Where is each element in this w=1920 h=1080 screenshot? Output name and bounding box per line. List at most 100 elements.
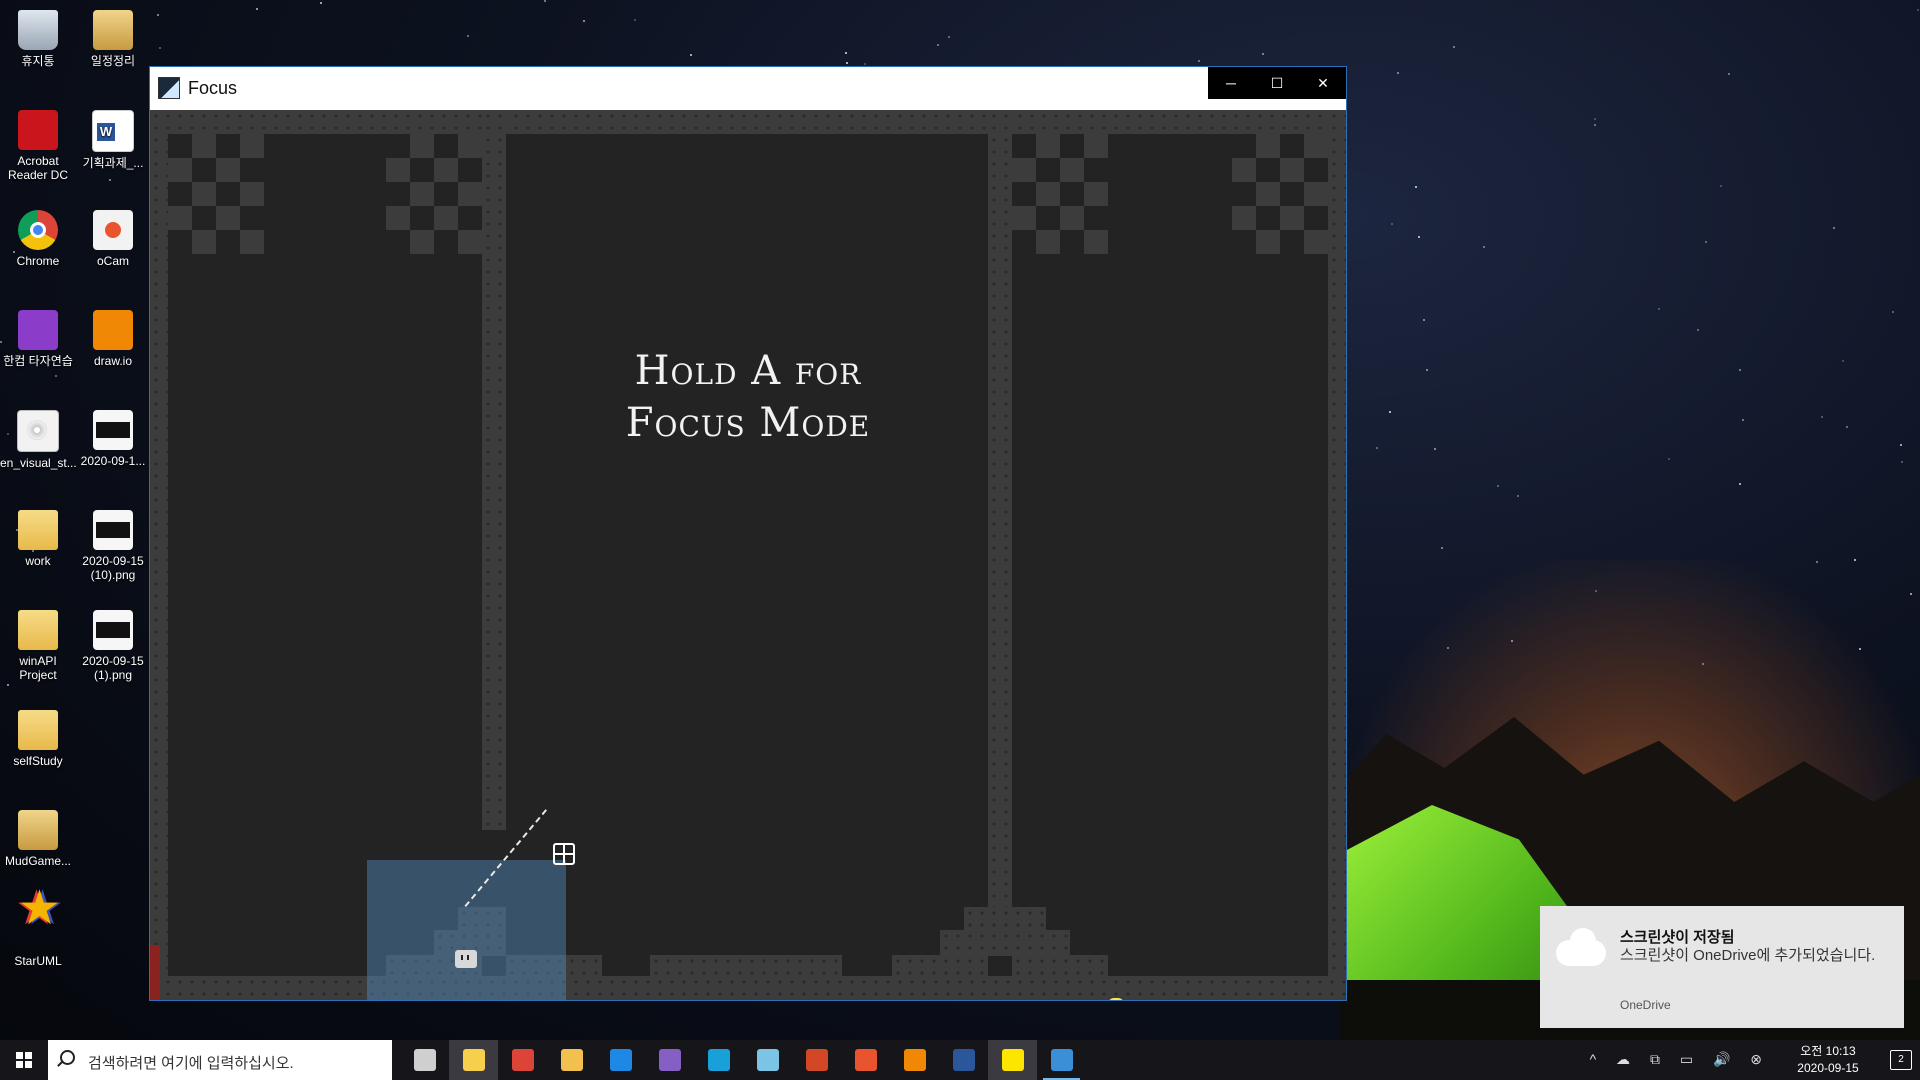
star	[320, 2, 322, 4]
desktop-icon-drawio[interactable]: draw.io	[75, 304, 151, 368]
taskbar-app-powerpoint[interactable]	[792, 1040, 841, 1080]
crosshair-icon	[553, 843, 575, 865]
star	[1262, 53, 1264, 55]
desktop-icon-screenshot-10[interactable]: 2020-09-15 (10).png	[75, 504, 151, 582]
action-center-icon[interactable]: 2	[1890, 1050, 1912, 1070]
image-file-icon	[93, 610, 133, 650]
floor-step	[650, 955, 842, 979]
window-controls: ─ ☐ ✕	[1208, 67, 1346, 99]
ocam-icon	[93, 210, 133, 250]
star	[1594, 124, 1596, 126]
desktop-icon-chrome[interactable]: Chrome	[0, 204, 76, 268]
floor-step	[1012, 955, 1108, 979]
file-explorer-icon	[561, 1049, 583, 1071]
desktop-icon-screenshot-a[interactable]: 2020-09-1...	[75, 404, 151, 468]
desktop-icon-acrobat[interactable]: Acrobat Reader DC	[0, 104, 76, 182]
focus-game-icon	[1051, 1049, 1073, 1071]
left-pillar	[482, 110, 506, 830]
minimize-button[interactable]: ─	[1208, 67, 1254, 99]
clock-time: 오전 10:13	[1800, 1044, 1856, 1058]
desktop-icon-screenshot-1[interactable]: 2020-09-15 (1).png	[75, 604, 151, 682]
notification-message: 스크린샷이 OneDrive에 추가되었습니다.	[1620, 947, 1876, 964]
star	[1816, 561, 1818, 563]
folder-image-icon	[18, 810, 58, 850]
desktop-icon-recycle-bin[interactable]: 휴지통	[0, 4, 76, 68]
tray-icons[interactable]: ^ ☁ ⧉ ▭ 🔊 ⊗	[1590, 1051, 1770, 1068]
checker-decoration-left	[168, 134, 264, 254]
close-button[interactable]: ✕	[1300, 67, 1346, 99]
star	[1702, 663, 1704, 665]
star	[1854, 559, 1856, 561]
desktop-icons: 휴지통 일정정리 Acrobat Reader DC 기획과제_... Chro…	[0, 0, 150, 1040]
cloud-icon	[1556, 928, 1606, 966]
desktop-icon-en-visual-studio[interactable]: en_visual_st...	[0, 404, 77, 470]
star	[1415, 186, 1417, 188]
maximize-button[interactable]: ☐	[1254, 67, 1300, 99]
star	[1453, 46, 1455, 48]
onedrive-notification[interactable]: 스크린샷이 저장됨 스크린샷이 OneDrive에 추가되었습니다. OneDr…	[1540, 906, 1904, 1028]
taskbar-app-chrome[interactable]	[498, 1040, 547, 1080]
desktop-icon-ocam[interactable]: oCam	[75, 204, 151, 268]
lantern-icon	[1108, 998, 1124, 1000]
folder-icon	[18, 510, 58, 550]
star	[583, 20, 585, 22]
star	[1742, 419, 1744, 421]
taskbar-app-kakaotalk[interactable]	[988, 1040, 1037, 1080]
edge-icon	[708, 1049, 730, 1071]
taskbar-app-edge[interactable]	[694, 1040, 743, 1080]
clock[interactable]: 오전 10:13 2020-09-15	[1788, 1043, 1868, 1077]
floor-step	[892, 955, 988, 979]
star	[864, 63, 866, 65]
word-icon	[953, 1049, 975, 1071]
taskbar-app-sticky-notes[interactable]	[449, 1040, 498, 1080]
folder-image-icon	[93, 10, 133, 50]
star	[1389, 411, 1391, 413]
star	[544, 0, 546, 2]
hint-text: Hold A for Focus Mode	[150, 345, 1346, 449]
taskbar-app-focus-game[interactable]	[1037, 1040, 1086, 1080]
hancom-typing-icon	[18, 310, 58, 350]
desktop-icon-selfstudy[interactable]: selfStudy	[0, 704, 76, 768]
game-canvas[interactable]: Hold A for Focus Mode	[150, 110, 1346, 1000]
chrome-icon	[512, 1049, 534, 1071]
star	[256, 8, 258, 10]
star	[1497, 485, 1499, 487]
hint-line-1: Hold A for	[634, 348, 862, 394]
window-titlebar[interactable]: Focus ─ ☐ ✕	[150, 67, 1346, 110]
taskbar-app-word[interactable]	[939, 1040, 988, 1080]
right-pillar	[988, 110, 1012, 940]
taskbar-app-maps[interactable]	[596, 1040, 645, 1080]
taskbar-app-file-explorer[interactable]	[547, 1040, 596, 1080]
image-file-icon	[93, 510, 133, 550]
staruml-icon	[18, 902, 61, 950]
star	[1441, 547, 1443, 549]
search-placeholder: 검색하려면 여기에 입력하십시오.	[88, 1055, 294, 1072]
star	[1705, 241, 1707, 243]
focus-zone	[367, 860, 566, 1000]
taskbar: 검색하려면 여기에 입력하십시오. ^ ☁ ⧉ ▭ 🔊 ⊗ 오전 10:13 2…	[0, 1040, 1920, 1080]
clock-date: 2020-09-15	[1797, 1061, 1859, 1075]
desktop-icon-mudgame[interactable]: MudGame...	[0, 804, 76, 868]
desktop-icon-work[interactable]: work	[0, 504, 76, 568]
search-box[interactable]: 검색하려면 여기에 입력하십시오.	[48, 1040, 392, 1080]
checker-decoration-right	[1232, 134, 1328, 254]
star	[1859, 648, 1861, 650]
right-wall	[1328, 110, 1346, 1000]
desktop-icon-staruml[interactable]: StarUML	[0, 902, 76, 968]
taskbar-app-task-view[interactable]	[400, 1040, 449, 1080]
ceiling-wall	[150, 110, 1346, 134]
desktop-icon-hancom-typing[interactable]: 한컴 타자연습	[0, 304, 76, 368]
star	[1892, 311, 1894, 313]
desktop-icon-winapi-project[interactable]: winAPI Project	[0, 604, 76, 682]
word-document-icon	[92, 110, 134, 152]
desktop-icon-planning-doc[interactable]: 기획과제_...	[75, 104, 151, 170]
taskbar-app-visual-studio[interactable]	[645, 1040, 694, 1080]
star	[1447, 647, 1449, 649]
taskbar-app-drawio[interactable]	[890, 1040, 939, 1080]
lava-strip	[150, 945, 160, 1000]
desktop-icon-schedule[interactable]: 일정정리	[75, 4, 151, 68]
windows-start-icon[interactable]	[0, 1040, 48, 1080]
star	[948, 36, 950, 38]
taskbar-app-snip[interactable]	[743, 1040, 792, 1080]
taskbar-app-ocam[interactable]	[841, 1040, 890, 1080]
